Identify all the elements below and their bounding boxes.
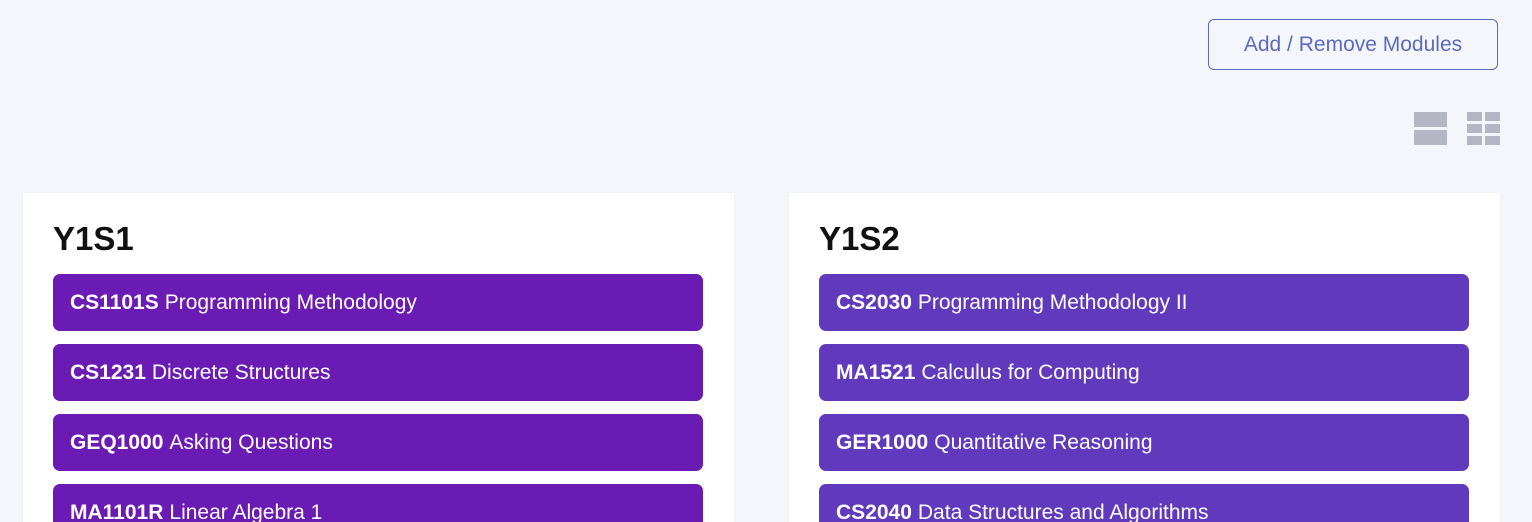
module-name: Linear Algebra 1 — [169, 500, 323, 522]
module-name: Asking Questions — [169, 430, 333, 454]
grid-view-icon[interactable] — [1467, 112, 1500, 145]
semester-title: Y1S2 — [819, 220, 900, 257]
view-toggle — [1414, 112, 1500, 145]
module-card[interactable]: CS2030 Programming Methodology II — [819, 274, 1469, 331]
module-card[interactable]: MA1101R Linear Algebra 1 — [53, 484, 703, 522]
module-name: Programming Methodology II — [917, 290, 1188, 314]
module-card[interactable]: GEQ1000 Asking Questions — [53, 414, 703, 471]
module-code: GER1000 — [836, 430, 929, 454]
module-card[interactable]: MA1521 Calculus for Computing — [819, 344, 1469, 401]
module-card[interactable]: CS1231 Discrete Structures — [53, 344, 703, 401]
module-code: CS2030 — [836, 290, 912, 314]
module-code: CS2040 — [836, 500, 912, 522]
module-card[interactable]: GER1000 Quantitative Reasoning — [819, 414, 1469, 471]
module-name: Discrete Structures — [151, 360, 331, 384]
module-code: MA1521 — [836, 360, 916, 384]
module-name: Quantitative Reasoning — [934, 430, 1153, 454]
module-name: Programming Methodology — [164, 290, 417, 314]
module-card[interactable]: CS1101S Programming Methodology — [53, 274, 703, 331]
module-code: GEQ1000 — [70, 430, 164, 454]
module-list: CS2030 Programming Methodology II MA1521… — [819, 274, 1469, 522]
list-view-icon[interactable] — [1414, 112, 1447, 145]
semester-card-y1s2: Y1S2 CS2030 Programming Methodology II M… — [789, 193, 1500, 522]
add-remove-modules-button[interactable]: Add / Remove Modules — [1208, 19, 1498, 70]
planner-page: Add / Remove Modules Y1S1 CS1101S Progra… — [0, 0, 1532, 522]
module-list: CS1101S Programming Methodology CS1231 D… — [53, 274, 703, 522]
module-code: CS1101S — [70, 290, 159, 314]
semester-card-y1s1: Y1S1 CS1101S Programming Methodology CS1… — [23, 193, 734, 522]
module-name: Data Structures and Algorithms — [917, 500, 1209, 522]
module-code: MA1101R — [70, 500, 164, 522]
module-name: Calculus for Computing — [921, 360, 1140, 384]
module-card[interactable]: CS2040 Data Structures and Algorithms — [819, 484, 1469, 522]
module-code: CS1231 — [70, 360, 146, 384]
semester-title: Y1S1 — [53, 220, 134, 257]
